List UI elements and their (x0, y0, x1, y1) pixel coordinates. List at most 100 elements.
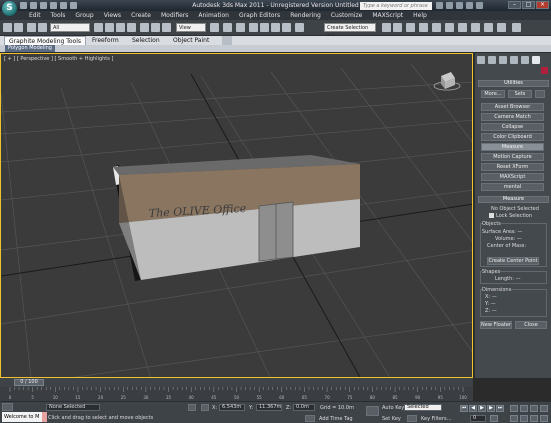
previous-frame-icon[interactable]: ◀ (469, 405, 477, 412)
menu-group[interactable]: Group (70, 12, 98, 20)
asset-browser-button[interactable]: Asset Browser (481, 103, 544, 111)
x-coordinate-field[interactable]: 6.543m (219, 404, 245, 411)
layer-manager-icon[interactable] (406, 23, 415, 32)
graphite-toggle-icon[interactable] (419, 23, 428, 32)
time-slider[interactable]: 0 / 100 (0, 378, 473, 387)
viewport-label-menu[interactable]: [ + ] [ Perspective ] [ Smooth + Highlig… (4, 56, 113, 62)
y-coordinate-field[interactable]: 11.367m (256, 404, 282, 411)
time-config-icon[interactable] (490, 415, 498, 422)
next-frame-icon[interactable]: ▶ (487, 405, 495, 412)
zoom-icon[interactable] (510, 405, 518, 412)
spinner-snap-icon[interactable] (282, 23, 291, 32)
menu-graph-editors[interactable]: Graph Editors (234, 12, 285, 20)
menu-maxscript[interactable]: MAXScript (367, 12, 408, 20)
menu-modifiers[interactable]: Modifiers (156, 12, 193, 20)
color-swatch[interactable] (541, 67, 548, 74)
key-mode-dropdown[interactable]: Selected (404, 404, 442, 411)
maxscript-button[interactable]: MAXScript (481, 173, 544, 181)
play-icon[interactable]: ▶ (478, 405, 486, 412)
selection-filter-dropdown[interactable]: All (50, 23, 90, 32)
named-selection-dropdown[interactable]: Create Selection Set (324, 23, 376, 40)
align-icon[interactable] (393, 23, 402, 32)
render-setup-icon[interactable] (471, 23, 480, 32)
pan-view-icon[interactable] (520, 415, 528, 422)
reference-coordinate-dropdown[interactable]: View (176, 23, 206, 32)
search-input[interactable]: Type a keyword or phrase (360, 2, 432, 10)
pivot-center-icon[interactable] (210, 23, 219, 32)
ribbon-options-icon[interactable] (222, 36, 232, 45)
tab-graphite-modeling-tools[interactable]: Graphite Modeling Tools (4, 36, 87, 45)
angle-snap-icon[interactable] (260, 23, 269, 32)
menu-edit[interactable]: Edit (24, 12, 46, 20)
create-center-point-button[interactable]: Create Center Point (487, 257, 539, 265)
render-iterative-icon[interactable] (512, 23, 521, 32)
menu-rendering[interactable]: Rendering (285, 12, 326, 20)
subscription-icon[interactable] (446, 2, 453, 9)
rotate-icon[interactable] (151, 23, 160, 32)
more-button[interactable]: More... (481, 90, 505, 98)
scale-icon[interactable] (162, 23, 171, 32)
undo-icon[interactable] (3, 23, 12, 32)
maxscript-listener-icon[interactable] (2, 403, 13, 411)
create-tab-icon[interactable] (477, 56, 485, 64)
utilities-rollout-header[interactable]: Utilities (478, 80, 549, 87)
add-time-tag[interactable]: Add Time Tag (319, 416, 353, 422)
select-by-name-icon[interactable] (105, 23, 114, 32)
move-icon[interactable] (140, 23, 149, 32)
unlink-icon[interactable] (38, 23, 47, 32)
menu-animation[interactable]: Animation (193, 12, 234, 20)
lock-selection-icon[interactable] (188, 404, 196, 411)
polygon-modeling-panel[interactable]: Polygon Modeling (5, 45, 55, 52)
menu-help[interactable]: Help (408, 12, 432, 20)
menu-tools[interactable]: Tools (46, 12, 71, 20)
new-floater-button[interactable]: New Floater (480, 321, 512, 329)
menu-views[interactable]: Views (99, 12, 126, 20)
go-to-end-icon[interactable]: ⏭ (496, 405, 504, 412)
app-logo-button[interactable]: S (2, 1, 17, 16)
checkbox-icon[interactable] (489, 213, 494, 218)
select-manipulate-icon[interactable] (223, 23, 232, 32)
track-bar[interactable]: 0 5 10 15 20 25 30 35 40 45 50 55 60 65 70 75 80 85 90 95 10… (0, 387, 473, 401)
key-filters-button[interactable]: Key Filters... (421, 416, 451, 422)
rendered-frame-window-icon[interactable] (484, 23, 493, 32)
zoom-extents-all-icon[interactable] (540, 405, 548, 412)
rectangular-selection-icon[interactable] (116, 23, 125, 32)
maximize-viewport-icon[interactable] (540, 415, 548, 422)
render-production-icon[interactable] (497, 23, 506, 32)
utilities-tab-icon[interactable] (532, 56, 540, 64)
menu-customize[interactable]: Customize (326, 12, 368, 20)
maximize-button[interactable]: □ (522, 1, 535, 9)
display-tab-icon[interactable] (521, 56, 529, 64)
orbit-icon[interactable] (530, 415, 538, 422)
modify-tab-icon[interactable] (488, 56, 496, 64)
menu-create[interactable]: Create (126, 12, 156, 20)
measure-button[interactable]: Measure (481, 143, 544, 151)
lock-selection-checkbox[interactable]: Lock Selection (489, 213, 532, 219)
mental-button[interactable]: mental (481, 183, 544, 191)
curve-editor-icon[interactable] (432, 23, 441, 32)
edit-named-selection-icon[interactable] (295, 23, 304, 32)
search-icon[interactable] (436, 2, 443, 9)
select-object-icon[interactable] (94, 23, 103, 32)
viewcube[interactable] (433, 72, 461, 91)
camera-match-button[interactable]: Camera Match (481, 113, 544, 121)
field-of-view-icon[interactable] (510, 415, 518, 422)
reset-xform-button[interactable]: Reset XForm (481, 163, 544, 171)
material-editor-icon[interactable] (458, 23, 467, 32)
close-measure-button[interactable]: Close (515, 321, 547, 329)
mirror-icon[interactable] (382, 23, 391, 32)
select-link-icon[interactable] (27, 23, 36, 32)
minimize-button[interactable]: – (508, 1, 521, 9)
collapse-button[interactable]: Collapse (481, 123, 544, 131)
close-button[interactable]: × (536, 1, 549, 9)
auto-key-button[interactable]: Auto Key (382, 405, 404, 411)
current-frame-field[interactable]: 0 (470, 415, 486, 422)
z-coordinate-field[interactable]: 0.0m (293, 404, 315, 411)
keyboard-shortcut-icon[interactable] (236, 23, 245, 32)
tab-freeform[interactable]: Freeform (92, 36, 119, 45)
key-filters-icon[interactable] (407, 415, 417, 422)
sets-button[interactable]: Sets (508, 90, 532, 98)
snaps-toggle-icon[interactable] (249, 23, 258, 32)
absolute-mode-icon[interactable] (201, 404, 209, 411)
set-key-button[interactable]: Set Key (382, 416, 401, 422)
